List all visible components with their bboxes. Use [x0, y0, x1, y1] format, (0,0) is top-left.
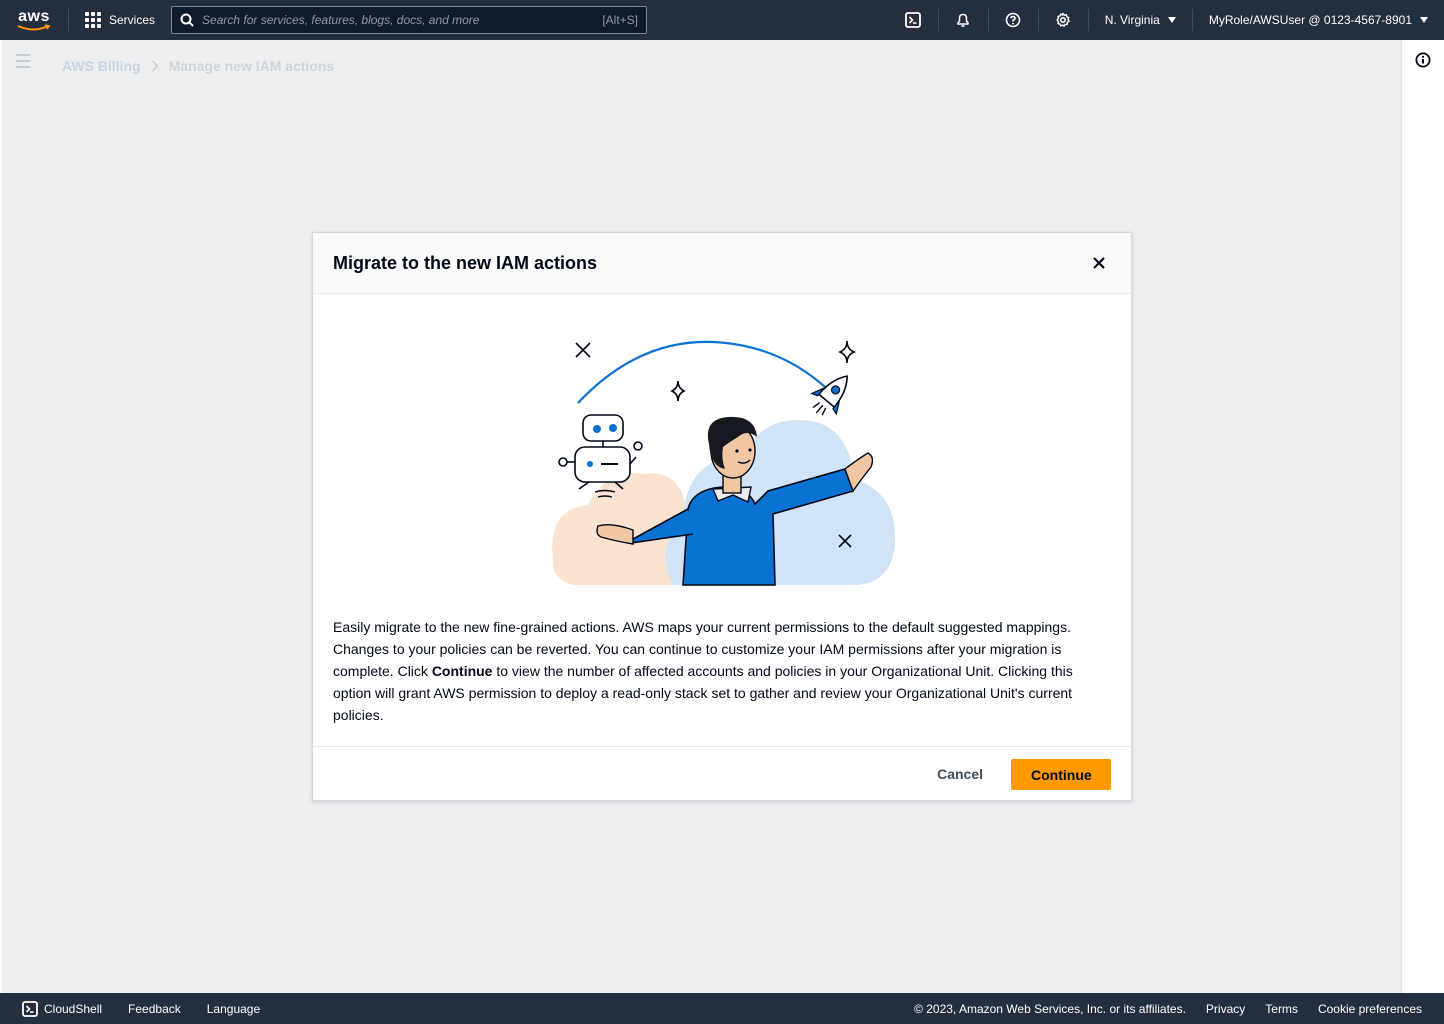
cookie-preferences-link[interactable]: Cookie preferences [1318, 1002, 1422, 1016]
global-search-input[interactable]: Search for services, features, blogs, do… [171, 6, 648, 34]
breadcrumb: AWS Billing Manage new IAM actions [62, 58, 334, 74]
cloudshell-footer-button[interactable]: CloudShell [22, 1000, 103, 1017]
footer-links: © 2023, Amazon Web Services, Inc. or its… [914, 993, 1422, 1024]
privacy-link[interactable]: Privacy [1206, 1002, 1245, 1016]
migrate-modal: Migrate to the new IAM actions Easily mi… [312, 232, 1132, 801]
close-button[interactable] [1087, 251, 1111, 275]
nav-utilities: N. Virginia MyRole/AWSUser @ 0123-4567-8… [889, 0, 1444, 40]
help-button[interactable] [989, 0, 1038, 40]
search-placeholder: Search for services, features, blogs, do… [202, 13, 480, 27]
language-link[interactable]: Language [207, 1002, 260, 1016]
bell-icon [957, 13, 969, 27]
cancel-button[interactable]: Cancel [923, 758, 997, 790]
account-menu[interactable]: MyRole/AWSUser @ 0123-4567-8901 [1193, 0, 1444, 40]
copyright-text: © 2023, Amazon Web Services, Inc. or its… [914, 1001, 1186, 1016]
gear-icon [1056, 12, 1071, 27]
tools-panel [1401, 40, 1444, 993]
modal-footer: Cancel Continue [313, 746, 1131, 801]
info-icon[interactable] [1415, 52, 1431, 68]
aws-logo[interactable]: aws [0, 0, 68, 40]
aws-smile-icon [17, 24, 51, 31]
modal-description-bold: Continue [431, 663, 493, 679]
console-footer: CloudShell Feedback Language © 2023, Ama… [0, 993, 1444, 1024]
caret-down-icon [1167, 17, 1176, 23]
search-shortcut: [Alt+S] [602, 13, 639, 27]
cloudshell-icon [905, 12, 922, 28]
migration-illustration [552, 340, 896, 586]
chevron-right-icon [151, 60, 159, 72]
modal-header: Migrate to the new IAM actions [313, 233, 1131, 294]
settings-button[interactable] [1039, 0, 1088, 40]
top-navigation: aws Services Search for services, featur… [0, 0, 1444, 40]
breadcrumb-link-billing[interactable]: AWS Billing [62, 58, 141, 74]
modal-description: Easily migrate to the new fine-grained a… [333, 616, 1113, 726]
search-icon [180, 13, 194, 27]
cloudshell-nav-button[interactable] [889, 0, 938, 40]
modal-title: Migrate to the new IAM actions [333, 252, 598, 273]
services-grid-icon [85, 12, 101, 28]
region-label: N. Virginia [1104, 13, 1160, 27]
notifications-button[interactable] [939, 0, 988, 40]
caret-down-icon [1420, 17, 1428, 23]
close-icon [1093, 257, 1105, 269]
help-icon [1005, 12, 1021, 28]
cloudshell-label: CloudShell [44, 1001, 103, 1016]
continue-button[interactable]: Continue [1011, 758, 1111, 790]
feedback-link[interactable]: Feedback [128, 1002, 181, 1016]
breadcrumb-current: Manage new IAM actions [168, 58, 335, 74]
services-menu-button[interactable]: Services [69, 0, 171, 40]
region-selector[interactable]: N. Virginia [1089, 0, 1192, 40]
services-label: Services [109, 13, 156, 27]
account-label: MyRole/AWSUser @ 0123-4567-8901 [1208, 13, 1412, 27]
menu-icon[interactable] [16, 54, 30, 72]
terms-link[interactable]: Terms [1265, 1002, 1298, 1016]
cloudshell-icon [22, 1000, 38, 1017]
